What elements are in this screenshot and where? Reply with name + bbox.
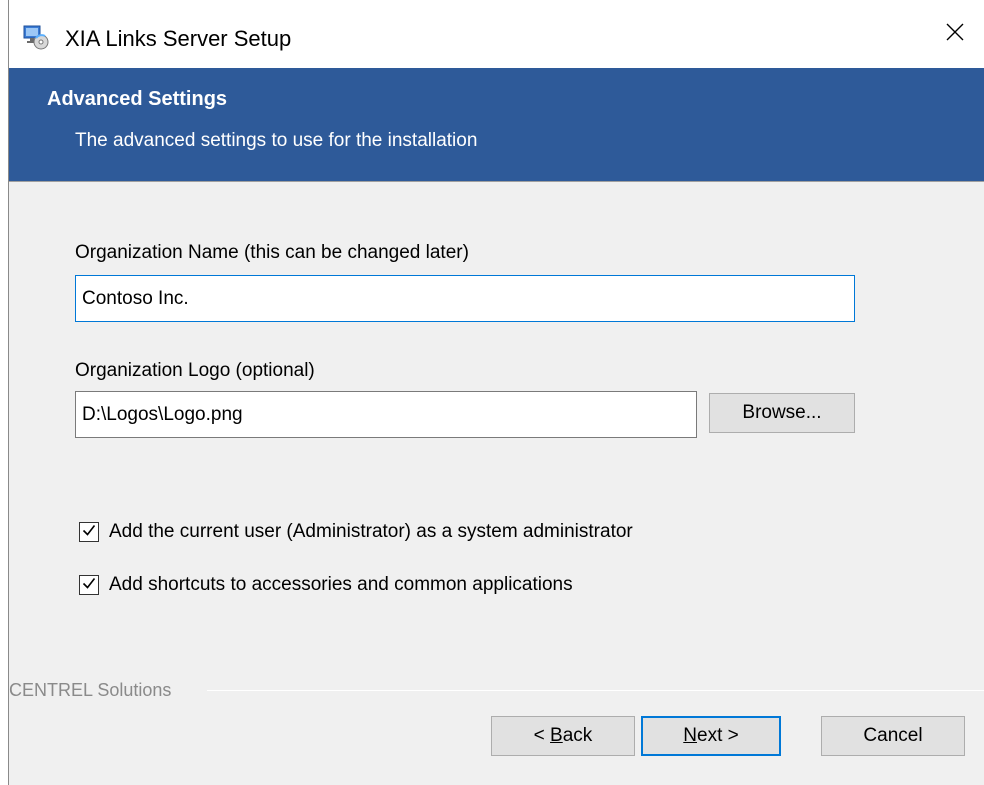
close-icon — [945, 22, 965, 47]
back-button-label: < Back — [533, 725, 593, 746]
browse-button-label: Browse... — [742, 402, 822, 423]
checkmark-icon — [81, 522, 97, 543]
cancel-button-label: Cancel — [863, 725, 923, 746]
setup-installer-icon — [23, 24, 49, 50]
next-button[interactable]: Next > — [641, 716, 781, 756]
page-title: Advanced Settings — [47, 88, 228, 110]
page-subtitle: The advanced settings to use for the ins… — [75, 130, 478, 151]
add-shortcuts-label[interactable]: Add shortcuts to accessories and common … — [109, 574, 573, 596]
title-bar[interactable]: XIA Links Server Setup — [9, 0, 984, 68]
org-name-input[interactable]: Contoso Inc. — [75, 275, 855, 322]
checkmark-icon — [81, 575, 97, 596]
next-button-label: Next > — [683, 725, 739, 746]
org-name-label: Organization Name (this can be changed l… — [75, 242, 469, 263]
background-edge — [0, 0, 8, 785]
brand-label: CENTREL Solutions — [9, 680, 172, 700]
cancel-button[interactable]: Cancel — [821, 716, 965, 756]
add-admin-label[interactable]: Add the current user (Administrator) as … — [109, 521, 633, 543]
add-shortcuts-checkbox[interactable] — [79, 575, 99, 595]
add-admin-checkbox[interactable] — [79, 522, 99, 542]
back-button[interactable]: < Back — [491, 716, 635, 756]
browse-button[interactable]: Browse... — [709, 393, 855, 433]
org-logo-input[interactable]: D:\Logos\Logo.png — [75, 391, 697, 438]
close-button[interactable] — [925, 0, 984, 68]
footer-divider — [207, 690, 984, 691]
header-banner: Advanced Settings The advanced settings … — [9, 68, 984, 182]
setup-dialog: XIA Links Server Setup Advanced Settings… — [8, 0, 984, 785]
window-title: XIA Links Server Setup — [65, 26, 292, 51]
org-logo-label: Organization Logo (optional) — [75, 360, 315, 381]
